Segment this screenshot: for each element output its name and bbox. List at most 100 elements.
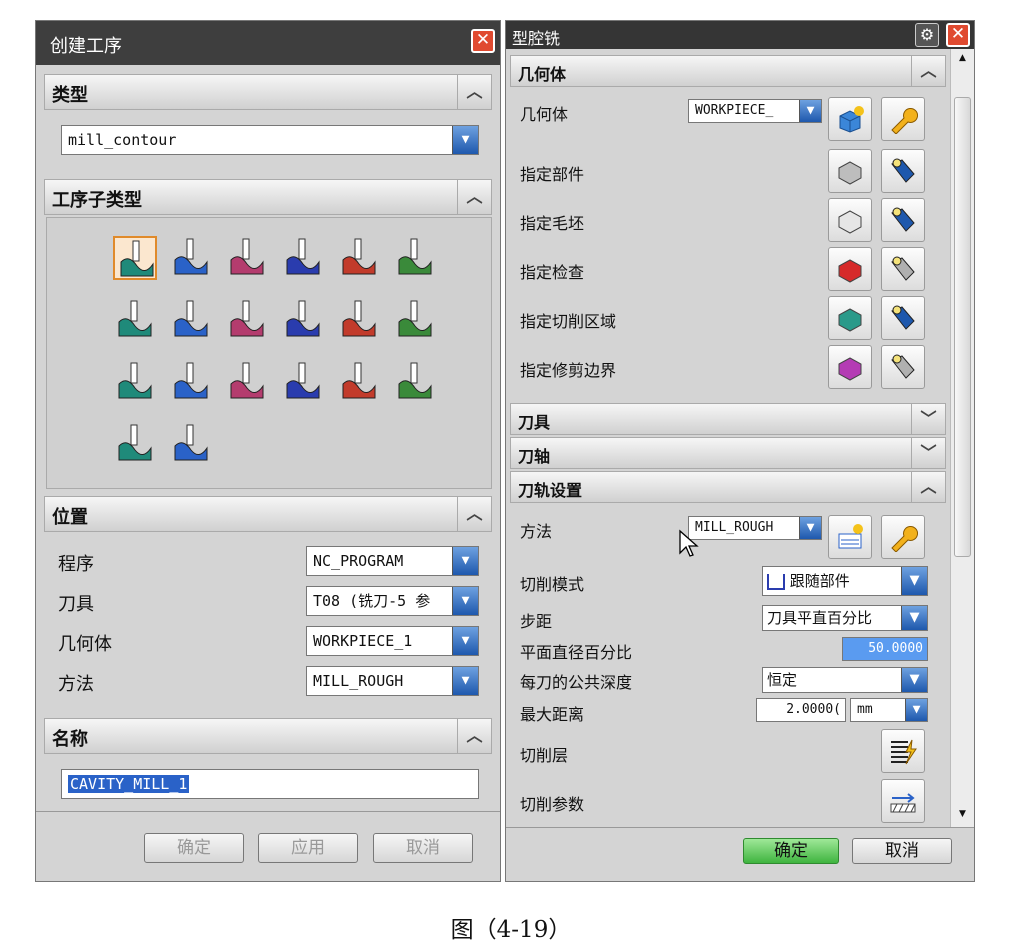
contour-surface-area-icon[interactable] [225,298,269,342]
display-geometry-button[interactable] [881,198,925,242]
common-depth-dropdown[interactable]: 恒定 ▼ [762,667,928,693]
select-geometry-button[interactable] [828,345,872,389]
method-dropdown[interactable]: MILL_ROUGH ▼ [306,666,479,696]
select-geometry-button[interactable] [828,149,872,193]
edit-geometry-button[interactable] [881,97,925,141]
collapse-chevron-icon[interactable]: ︿ [911,56,945,86]
stepover-dropdown[interactable]: 刀具平直百分比 ▼ [762,605,928,631]
select-geometry-button[interactable] [828,247,872,291]
chevron-down-icon[interactable]: ▼ [901,567,927,595]
mill-control-icon[interactable] [169,422,213,466]
section-name-header[interactable]: 名称 ︿ [44,718,492,754]
ok-button[interactable]: 确定 [144,833,244,863]
operation-icon [118,424,152,461]
operation-icon [230,238,264,275]
fixed-contour-icon[interactable] [113,298,157,342]
contour-area-icon[interactable] [169,298,213,342]
flashlight-icon [891,158,915,183]
contour-text-icon[interactable] [393,360,437,404]
chevron-down-icon[interactable]: ▼ [901,668,927,692]
geometry-dropdown[interactable]: WORKPIECE_ ▼ [688,99,822,123]
chevron-down-icon[interactable]: ▼ [452,126,478,154]
display-geometry-button[interactable] [881,296,925,340]
rest-mill-icon[interactable] [281,236,325,280]
cancel-button[interactable]: 取消 [852,838,952,864]
display-geometry-button[interactable] [881,247,925,291]
geometry-body-icon [838,161,862,185]
cut-mode-value: 跟随部件 [789,572,850,590]
flowcut-smooth-icon[interactable] [281,360,325,404]
gear-icon[interactable]: ⚙ [915,23,939,47]
title-bar[interactable]: 创建工序 ✕ [36,21,500,65]
display-geometry-button[interactable] [881,345,925,389]
new-method-button[interactable] [828,515,872,559]
chevron-down-icon[interactable]: ▼ [452,667,478,695]
contour-area-non-steep-icon[interactable] [337,298,381,342]
plunge-mill-icon[interactable] [169,236,213,280]
expand-chevron-icon[interactable]: ﹀ [911,438,945,468]
operation-icon [342,238,376,275]
corner-rough-icon[interactable] [225,236,269,280]
cut-params-button[interactable] [881,779,925,823]
expand-chevron-icon[interactable]: ﹀ [911,404,945,434]
program-dropdown[interactable]: NC_PROGRAM ▼ [306,546,479,576]
flat-diameter-input[interactable]: 50.0000 [842,637,928,661]
chevron-down-icon[interactable]: ▼ [905,699,927,721]
cancel-button[interactable]: 取消 [373,833,473,863]
title-bar[interactable]: 型腔铣 ⚙ ✕ [506,21,974,49]
type-dropdown[interactable]: mill_contour ▼ [61,125,479,155]
cut-levels-button[interactable] [881,729,925,773]
collapse-chevron-icon[interactable]: ︿ [457,497,491,531]
flowcut-single-icon[interactable] [113,360,157,404]
max-distance-input[interactable]: 2.0000( [756,698,846,722]
section-axis-header[interactable]: 刀轴 ﹀ [510,437,946,469]
chevron-down-icon[interactable]: ▼ [799,517,821,539]
ok-button[interactable]: 确定 [743,838,839,864]
mill-user-icon[interactable] [113,422,157,466]
geometry-body-icon [838,210,862,234]
scroll-down-icon[interactable]: ▼ [953,809,972,823]
contour-area-dir-steep-icon[interactable] [393,298,437,342]
chevron-down-icon[interactable]: ▼ [452,547,478,575]
chevron-down-icon[interactable]: ▼ [799,100,821,122]
select-geometry-button[interactable] [828,296,872,340]
scroll-up-icon[interactable]: ▲ [953,53,972,67]
edit-method-button[interactable] [881,515,925,559]
collapse-chevron-icon[interactable]: ︿ [457,180,491,214]
flowcut-ref-tool-icon[interactable] [225,360,269,404]
section-geometry-header[interactable]: 几何体 ︿ [510,55,946,87]
collapse-chevron-icon[interactable]: ︿ [457,75,491,109]
name-input[interactable]: CAVITY_MILL_1 [61,769,479,799]
section-path-header[interactable]: 刀轨设置 ︿ [510,471,946,503]
close-button[interactable]: ✕ [471,29,495,53]
select-geometry-button[interactable] [828,198,872,242]
streamline-icon[interactable] [281,298,325,342]
program-label: 程序 [58,554,94,575]
chevron-down-icon[interactable]: ▼ [452,587,478,615]
geometry-dropdown[interactable]: WORKPIECE_1 ▼ [306,626,479,656]
new-geometry-button[interactable] [828,97,872,141]
method-value: MILL_ROUGH [313,672,404,690]
collapse-chevron-icon[interactable]: ︿ [457,719,491,753]
zlevel-profile-icon[interactable] [337,236,381,280]
section-location-header[interactable]: 位置 ︿ [44,496,492,532]
flowcut-multiple-icon[interactable] [169,360,213,404]
section-tool-header[interactable]: 刀具 ﹀ [510,403,946,435]
chevron-down-icon[interactable]: ▼ [452,627,478,655]
unit-dropdown[interactable]: mm ▼ [850,698,928,722]
solid-profile-3d-icon[interactable] [337,360,381,404]
method-dropdown[interactable]: MILL_ROUGH ▼ [688,516,822,540]
scroll-thumb[interactable] [954,97,971,557]
apply-button[interactable]: 应用 [258,833,358,863]
collapse-chevron-icon[interactable]: ︿ [911,472,945,502]
display-geometry-button[interactable] [881,149,925,193]
scrollbar[interactable]: ▲ ▼ [950,49,974,827]
cut-mode-dropdown[interactable]: 跟随部件 ▼ [762,566,928,596]
section-type-header[interactable]: 类型 ︿ [44,74,492,110]
cavity-mill-icon[interactable] [113,236,157,280]
chevron-down-icon[interactable]: ▼ [901,606,927,630]
close-button[interactable]: ✕ [946,23,970,47]
zlevel-corner-icon[interactable] [393,236,437,280]
section-subtype-header[interactable]: 工序子类型 ︿ [44,179,492,215]
tool-dropdown[interactable]: T08 (铣刀-5 参 ▼ [306,586,479,616]
